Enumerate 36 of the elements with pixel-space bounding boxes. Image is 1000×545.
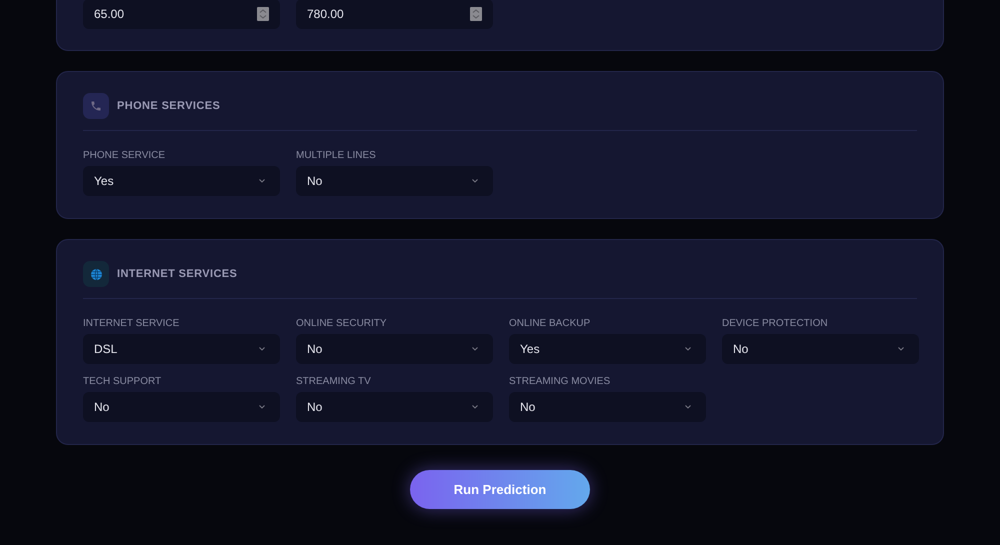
number-input[interactable]: 65.00 [83,0,280,29]
section-title: INTERNET SERVICES [117,268,238,280]
chevron-icon [259,347,265,351]
select-field[interactable]: No [722,334,919,364]
select-field[interactable]: No [296,334,493,364]
run-prediction-button[interactable]: Run Prediction [410,470,590,509]
field-label: INTERNET SERVICE [83,318,180,329]
field-label: MULTIPLE LINES [296,150,377,161]
spinner-icon[interactable] [470,7,482,21]
chevron-icon [259,405,265,409]
field-label: PHONE SERVICE [83,150,166,161]
select-field[interactable]: Yes [509,334,706,364]
chevron-icon [472,347,478,351]
field-label: TECH SUPPORT [83,376,162,387]
chevron-icon [472,179,478,183]
select-field[interactable]: No [509,392,706,422]
spinner-icon[interactable] [257,7,269,21]
field-label: ONLINE SECURITY [296,318,388,329]
select-field[interactable]: No [296,166,493,196]
number-input[interactable]: 780.00 [296,0,493,29]
chevron-icon [472,405,478,409]
select-field[interactable]: No [83,392,280,422]
select-field[interactable]: No [296,392,493,422]
select-field[interactable]: Yes [83,166,280,196]
chevron-icon [898,347,904,351]
chevron-icon [685,405,691,409]
section-title: PHONE SERVICES [117,100,220,112]
field-label: STREAMING MOVIES [509,376,612,387]
field-label: STREAMING TV [296,376,372,387]
chevron-icon [259,179,265,183]
chevron-icon [685,347,691,351]
phone-icon [90,100,102,112]
field-label: ONLINE BACKUP [509,318,592,329]
field-label: DEVICE PROTECTION [722,318,829,329]
globe-icon [90,268,102,280]
select-field[interactable]: DSL [83,334,280,364]
